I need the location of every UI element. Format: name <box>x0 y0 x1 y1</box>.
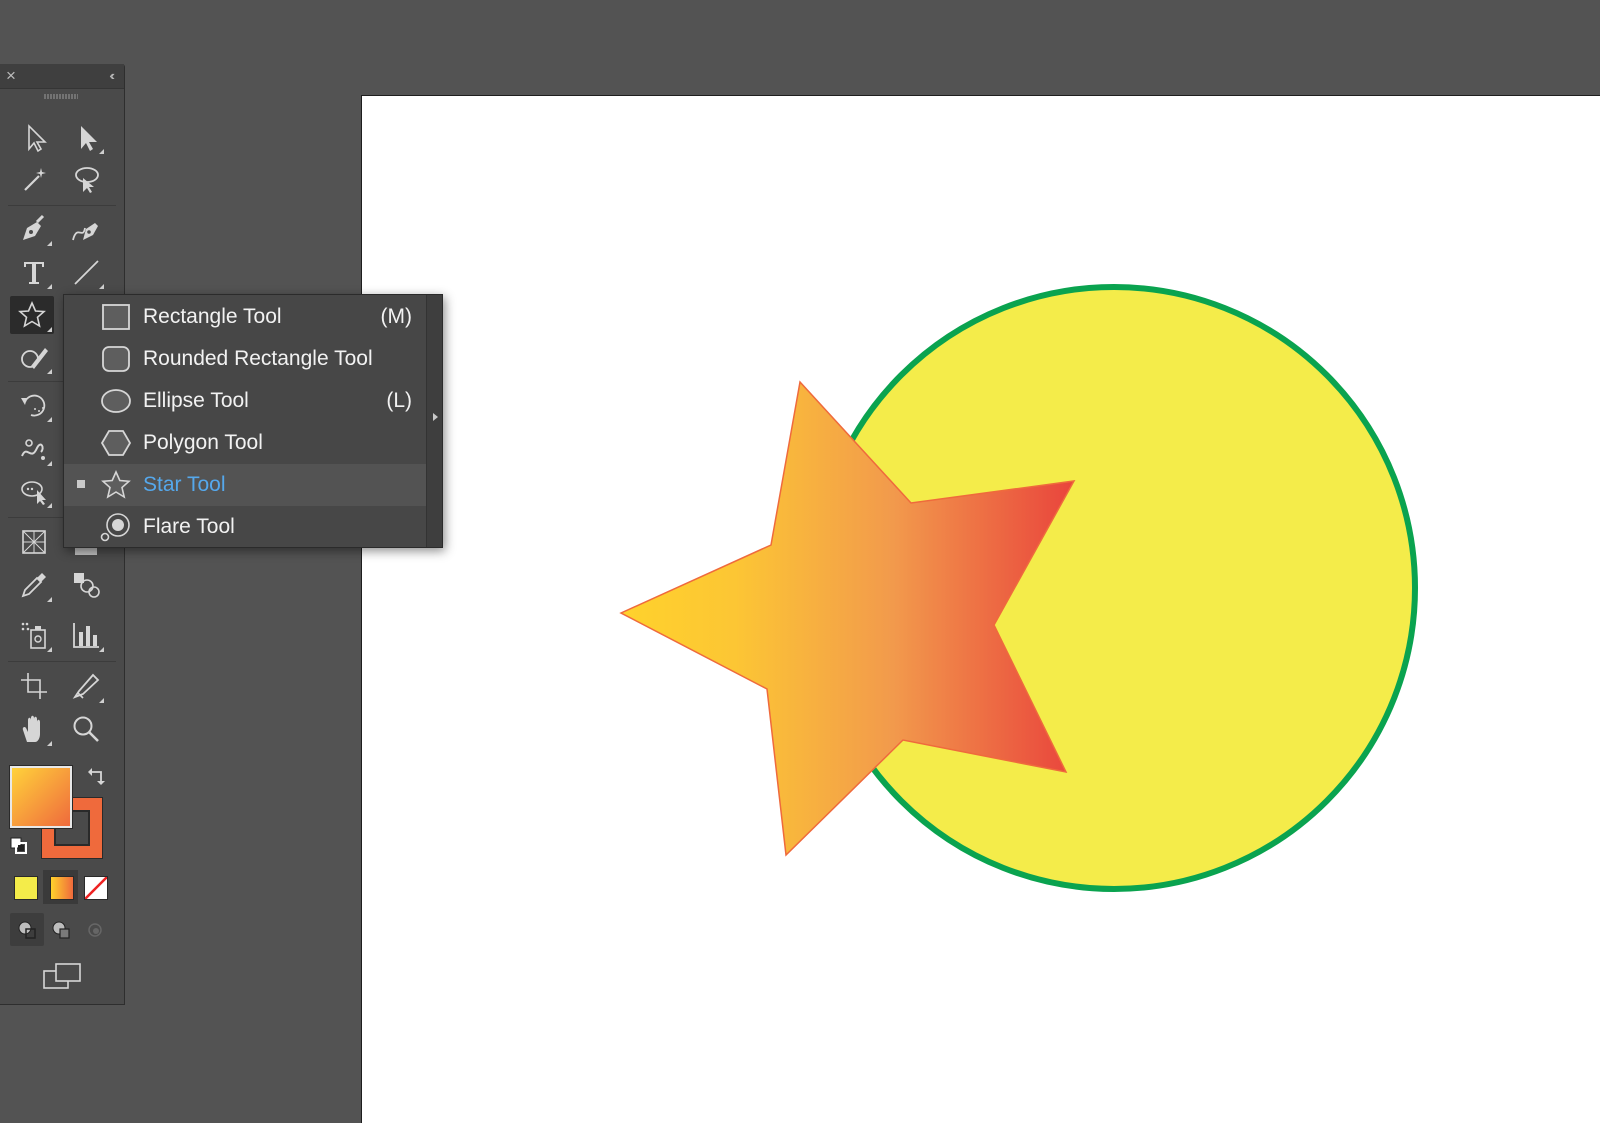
direct-selection-tool[interactable] <box>66 118 106 156</box>
flyout-item-ellipse-tool[interactable]: Ellipse Tool (L) <box>64 380 426 422</box>
panel-header: × ‹‹ <box>0 64 124 89</box>
line-segment-icon <box>74 260 99 285</box>
shaper-icon <box>21 348 48 369</box>
tearoff-arrow-icon <box>433 413 438 421</box>
flyout-item-rectangle-tool[interactable]: Rectangle Tool (M) <box>64 296 426 338</box>
shape-tools-flyout: Rectangle Tool (M) Rounded Rectangle Too… <box>63 294 443 548</box>
selected-bullet <box>77 480 85 488</box>
eyedropper-tool[interactable] <box>14 566 54 604</box>
eyedropper-icon <box>21 573 46 598</box>
swap-fill-stroke-icon[interactable] <box>84 763 110 789</box>
pen-tool[interactable] <box>14 210 54 248</box>
flyout-item-flare-tool[interactable]: Flare Tool <box>64 506 426 548</box>
curvature-tool[interactable] <box>66 210 106 248</box>
shaper-tool[interactable] <box>14 338 54 376</box>
rounded-rectangle-icon <box>100 344 132 374</box>
symbol-sprayer-icon <box>21 622 46 649</box>
direct-selection-arrow-icon <box>81 126 97 151</box>
zoom-magnifier-icon <box>73 716 99 742</box>
tearoff-strip[interactable] <box>426 295 442 547</box>
star-icon <box>18 301 46 328</box>
close-icon[interactable]: × <box>6 66 16 86</box>
selection-tool[interactable] <box>14 118 54 156</box>
slice-knife-icon <box>72 673 100 699</box>
curvature-pen-icon <box>72 223 98 241</box>
column-graph-icon <box>73 623 99 648</box>
magic-wand-icon <box>24 168 46 191</box>
screen-mode-icon[interactable] <box>40 960 84 992</box>
color-mode-button[interactable] <box>14 876 38 900</box>
ellipse-icon <box>100 386 132 416</box>
line-segment-tool[interactable] <box>66 253 106 291</box>
lasso-tool[interactable] <box>66 160 106 198</box>
type-t-icon <box>24 262 44 284</box>
star-tool[interactable] <box>10 296 54 334</box>
puppet-warp-icon <box>21 439 45 460</box>
perspective-grid-tool[interactable] <box>14 523 54 561</box>
panel-grip[interactable] <box>44 94 78 99</box>
pen-nib-icon <box>23 214 45 240</box>
shape-builder-icon <box>21 481 46 505</box>
lasso-icon <box>75 167 99 193</box>
star-icon <box>100 470 132 500</box>
draw-inside-icon[interactable] <box>82 917 108 943</box>
type-tool[interactable] <box>14 253 54 291</box>
none-mode-button[interactable] <box>84 876 108 900</box>
collapse-icon[interactable]: ‹‹ <box>109 67 114 85</box>
shape-builder-tool[interactable] <box>14 472 54 510</box>
flyout-item-rounded-rectangle-tool[interactable]: Rounded Rectangle Tool <box>64 338 426 380</box>
flare-icon <box>100 512 132 542</box>
draw-behind-icon[interactable] <box>48 917 74 943</box>
rectangle-icon <box>100 302 132 332</box>
zoom-tool[interactable] <box>66 710 106 748</box>
fill-color-swatch[interactable] <box>10 766 72 828</box>
blend-tool[interactable] <box>66 566 106 604</box>
artboard-icon <box>21 673 47 699</box>
hand-tool[interactable] <box>14 710 54 748</box>
artboard-tool[interactable] <box>14 667 54 705</box>
flyout-item-star-tool[interactable]: Star Tool <box>64 464 426 506</box>
perspective-grid-icon <box>22 530 46 554</box>
rotate-icon <box>21 394 46 417</box>
blend-icon <box>74 573 100 598</box>
polygon-icon <box>100 428 132 458</box>
symbol-sprayer-tool[interactable] <box>14 616 54 654</box>
magic-wand-tool[interactable] <box>14 160 54 198</box>
draw-normal-icon[interactable] <box>14 917 40 943</box>
flyout-item-polygon-tool[interactable]: Polygon Tool <box>64 422 426 464</box>
column-graph-tool[interactable] <box>66 616 106 654</box>
rotate-tool[interactable] <box>14 386 54 424</box>
gradient-mode-button[interactable] <box>50 876 74 900</box>
slice-tool[interactable] <box>66 667 106 705</box>
puppet-warp-tool[interactable] <box>14 430 54 468</box>
hand-icon <box>22 715 40 742</box>
artwork-canvas <box>619 284 1418 892</box>
default-fill-stroke-icon[interactable] <box>6 833 32 859</box>
selection-arrow-icon <box>28 124 47 153</box>
